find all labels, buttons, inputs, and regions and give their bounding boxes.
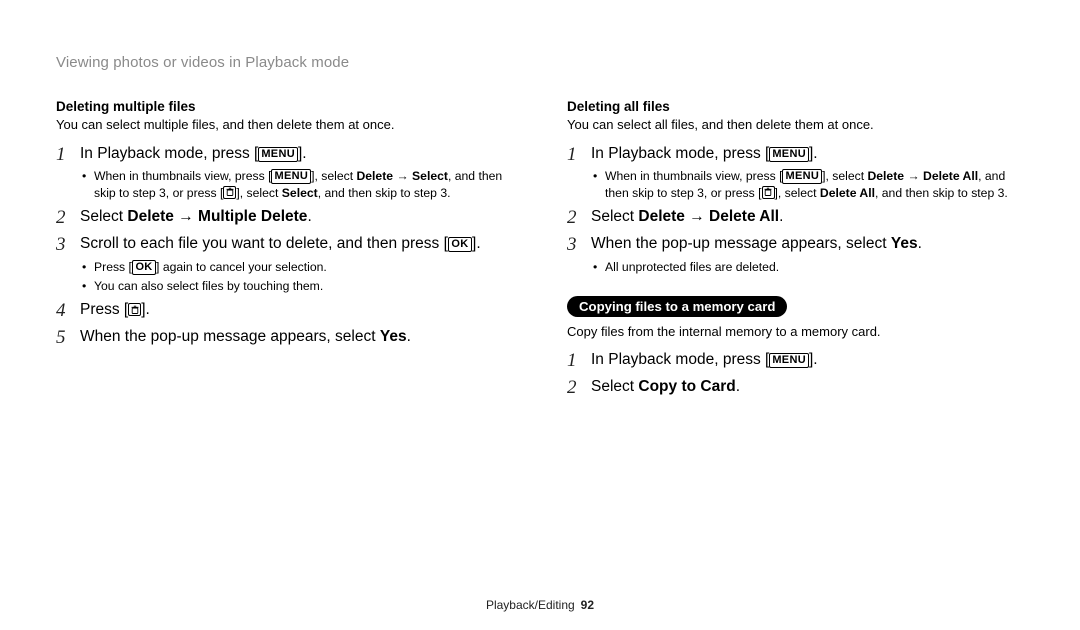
step-5: When the pop-up message appears, select … [56,327,513,348]
note: Press [OK] again to cancel your selectio… [80,259,513,275]
step-text: In Playback mode, press [ [80,145,258,162]
steps-list: In Playback mode, press [MENU]. Select C… [567,350,1024,398]
notes-list: Press [OK] again to cancel your selectio… [80,259,513,294]
note: All unprotected files are deleted. [591,259,1024,275]
ok-icon: OK [448,237,472,252]
right-column: Deleting all files You can select all fi… [567,99,1024,404]
page-footer: Playback/Editing 92 [0,598,1080,612]
step-2: Select Delete → Delete All. [567,207,1024,228]
notes-list: All unprotected files are deleted. [591,259,1024,275]
step-4: Press []. [56,300,513,321]
menu-icon: MENU [258,147,298,162]
menu-icon: MENU [769,353,809,368]
section-title: Deleting all files [567,99,1024,114]
step-3: When the pop-up message appears, select … [567,234,1024,275]
section-pill: Copying files to a memory card [567,296,787,317]
step-2: Select Delete → Multiple Delete. [56,207,513,228]
ok-icon: OK [132,260,156,275]
trash-icon [762,186,775,199]
footer-section: Playback/Editing [486,598,575,612]
note: You can also select files by touching th… [80,278,513,294]
menu-icon: MENU [782,169,822,184]
step-1: In Playback mode, press [MENU]. [567,350,1024,371]
section-title: Deleting multiple files [56,99,513,114]
trash-icon [223,186,236,199]
trash-icon [128,303,141,316]
manual-page: Viewing photos or videos in Playback mod… [0,0,1080,630]
steps-list: In Playback mode, press [MENU]. When in … [56,144,513,348]
step-2: Select Copy to Card. [567,377,1024,398]
section-subtitle: Copy files from the internal memory to a… [567,323,1024,341]
note: When in thumbnails view, press [MENU], s… [591,168,1024,201]
section-subtitle: You can select all files, and then delet… [567,116,1024,134]
step-1: In Playback mode, press [MENU]. When in … [567,144,1024,202]
steps-list: In Playback mode, press [MENU]. When in … [567,144,1024,276]
step-1: In Playback mode, press [MENU]. When in … [56,144,513,202]
menu-icon: MENU [271,169,311,184]
step-3: Scroll to each file you want to delete, … [56,234,513,294]
notes-list: When in thumbnails view, press [MENU], s… [591,168,1024,201]
step-text: ]. [298,145,307,162]
two-column-layout: Deleting multiple files You can select m… [56,99,1024,404]
page-number: 92 [581,598,594,612]
left-column: Deleting multiple files You can select m… [56,99,513,404]
section-subtitle: You can select multiple files, and then … [56,116,513,134]
notes-list: When in thumbnails view, press [MENU], s… [80,168,513,201]
menu-icon: MENU [769,147,809,162]
note: When in thumbnails view, press [MENU], s… [80,168,513,201]
page-header: Viewing photos or videos in Playback mod… [56,54,1024,71]
